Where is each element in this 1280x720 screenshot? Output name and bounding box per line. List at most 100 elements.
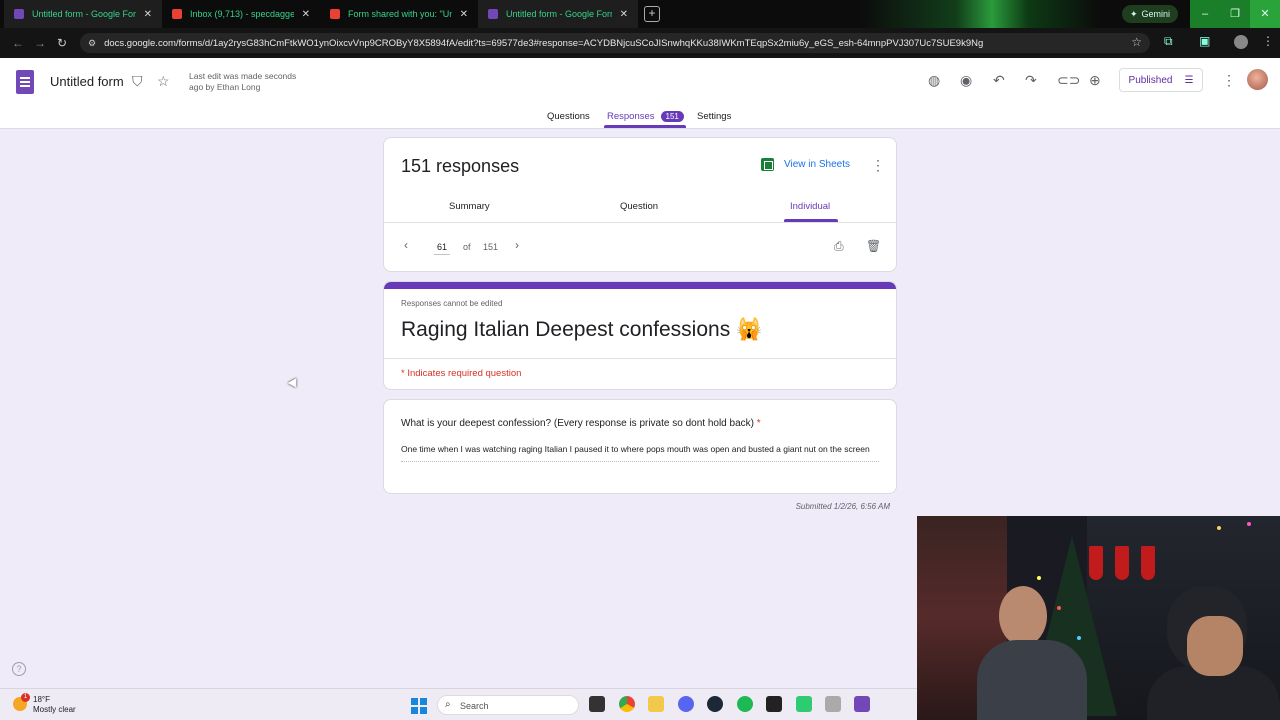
browser-tab-gmail-shared[interactable]: Form shared with you: "Untitle ✕ — [320, 0, 478, 28]
browser-toolbar: ← → ↻ ⚙ docs.google.com/forms/d/1ay2rysG… — [0, 28, 1280, 58]
tabbar-glow-decoration — [860, 0, 1100, 28]
undo-icon[interactable]: ↶ — [993, 72, 1005, 89]
link-icon[interactable]: ⊂⊃ — [1057, 72, 1080, 89]
pager-of-label: of — [463, 242, 471, 252]
browser-tab-forms-2[interactable]: Untitled form - Google Forms ✕ — [478, 0, 638, 28]
form-editor-tabs: Questions Responses 151 Settings — [0, 108, 1280, 128]
mouse-cursor — [287, 378, 301, 390]
cast-icon[interactable]: ▣ — [1199, 34, 1210, 48]
bookmark-star-icon[interactable]: ☆ — [1131, 35, 1142, 49]
windows-start-icon[interactable] — [411, 698, 427, 714]
responses-count-title: 151 responses — [401, 156, 520, 176]
help-icon[interactable]: ? — [12, 662, 26, 676]
file-explorer-icon[interactable] — [648, 696, 664, 712]
string-light — [1217, 526, 1221, 530]
avatar[interactable] — [1247, 69, 1268, 90]
extensions-icon[interactable]: ⧉ — [1164, 34, 1173, 49]
stocking — [1089, 546, 1103, 580]
delete-response-icon[interactable]: 🗑 — [866, 239, 881, 253]
profile-icon[interactable] — [1234, 35, 1248, 49]
chevron-right-icon[interactable]: › — [515, 238, 519, 252]
redo-icon[interactable]: ↷ — [1025, 72, 1037, 89]
app-icon[interactable] — [825, 696, 841, 712]
gemini-sparkle-icon: ✦ — [1130, 8, 1138, 19]
forward-icon[interactable]: → — [34, 36, 46, 50]
task-view-icon[interactable] — [589, 696, 605, 712]
window-controls: – ❐ ✕ — [1190, 0, 1280, 28]
last-edit-text[interactable]: Last edit was made seconds ago by Ethan … — [189, 71, 309, 93]
restore-icon[interactable]: ❐ — [1220, 0, 1250, 28]
question-label: What is your deepest confession? (Every … — [401, 418, 754, 429]
back-icon[interactable]: ← — [12, 36, 24, 50]
streamer-right — [1147, 586, 1280, 720]
new-tab-button[interactable]: + — [644, 6, 660, 22]
browser-menu-icon[interactable]: ⋮ — [1262, 34, 1274, 48]
subtab-summary[interactable]: Summary — [449, 201, 490, 212]
gemini-button[interactable]: ✦ Gemini — [1122, 5, 1179, 23]
browser-tab-forms-1[interactable]: Untitled form - Google Forms ✕ — [4, 0, 162, 28]
spotify-icon[interactable] — [737, 696, 753, 712]
forms-logo-icon[interactable] — [16, 70, 34, 94]
add-collaborator-icon[interactable]: ⊕ — [1089, 72, 1101, 89]
epic-games-icon[interactable] — [766, 696, 782, 712]
required-note: * Indicates required question — [401, 368, 522, 379]
subtab-individual[interactable]: Individual — [790, 201, 830, 212]
weather-description[interactable]: Mostly clear — [33, 705, 76, 714]
weather-temperature[interactable]: 18°F — [33, 695, 50, 704]
taskbar-search[interactable]: ⌕ Search — [437, 695, 579, 715]
gemini-label: Gemini — [1141, 9, 1171, 19]
palette-icon[interactable]: ◍ — [928, 72, 940, 89]
form-title[interactable]: Untitled form — [50, 74, 124, 89]
stocking — [1141, 546, 1155, 580]
url-text: docs.google.com/forms/d/1ay2rysG83hCmFtk… — [104, 37, 984, 49]
reload-icon[interactable]: ↻ — [57, 36, 67, 50]
subtab-question[interactable]: Question — [620, 201, 658, 212]
site-info-icon[interactable]: ⚙ — [88, 38, 96, 49]
close-icon[interactable]: ✕ — [302, 9, 310, 20]
response-pager: ‹ of 151 › ⎙ 🗑 — [384, 236, 896, 258]
responses-count-badge: 151 — [660, 111, 684, 122]
address-bar[interactable]: ⚙ docs.google.com/forms/d/1ay2rysG83hCmF… — [80, 33, 1150, 53]
view-in-sheets-link[interactable]: View in Sheets — [784, 159, 850, 170]
tab-settings[interactable]: Settings — [697, 111, 731, 122]
submitted-timestamp: Submitted 1/2/26, 6:56 AM — [795, 502, 890, 511]
sheets-icon[interactable] — [761, 158, 774, 171]
more-options-icon[interactable]: ⋮ — [1222, 72, 1236, 89]
response-number-input[interactable] — [434, 239, 450, 255]
webcam-overlay — [917, 516, 1280, 720]
close-icon[interactable]: ✕ — [144, 9, 152, 20]
publish-settings-icon: ☰ — [1184, 74, 1194, 86]
discord-icon[interactable] — [678, 696, 694, 712]
forms-header: Untitled form ⛉ ☆ Last edit was made sec… — [0, 58, 1280, 129]
forms-app-icon[interactable] — [854, 696, 870, 712]
window-close-icon[interactable]: ✕ — [1250, 0, 1280, 28]
form-heading: Raging Italian Deepest confessions 🙀 — [401, 318, 763, 341]
chrome-icon[interactable] — [619, 696, 635, 712]
responses-more-icon[interactable]: ⋮ — [871, 157, 885, 174]
preview-eye-icon[interactable]: ◉ — [960, 72, 972, 89]
responses-card: 151 responses View in Sheets ⋮ Summary Q… — [383, 137, 897, 272]
app-icon[interactable] — [796, 696, 812, 712]
cannot-edit-notice: Responses cannot be edited — [401, 299, 503, 308]
windows-taskbar: 1 18°F Mostly clear ⌕ Search — [0, 688, 917, 720]
move-to-folder-icon[interactable]: ⛉ — [132, 73, 143, 90]
tab-label: Inbox (9,713) - specdagger32@ — [190, 9, 294, 19]
star-icon[interactable]: ☆ — [157, 73, 170, 90]
tab-responses-label: Responses — [607, 111, 655, 122]
tab-responses[interactable]: Responses 151 — [607, 111, 684, 122]
chevron-left-icon[interactable]: ‹ — [404, 238, 408, 252]
tab-questions[interactable]: Questions — [547, 111, 590, 122]
published-button[interactable]: Published ☰ — [1119, 68, 1203, 92]
form-header-card: Responses cannot be edited Raging Italia… — [383, 281, 897, 390]
print-icon[interactable]: ⎙ — [834, 239, 844, 254]
tab-label: Untitled form - Google Forms — [32, 9, 136, 19]
accent-bar — [384, 282, 896, 289]
browser-tab-gmail-inbox[interactable]: Inbox (9,713) - specdagger32@ ✕ — [162, 0, 320, 28]
minimize-icon[interactable]: – — [1190, 0, 1220, 28]
streamer-left-body — [977, 640, 1087, 720]
question-text: What is your deepest confession? (Every … — [401, 418, 761, 429]
close-icon[interactable]: ✕ — [460, 9, 468, 20]
steam-icon[interactable] — [707, 696, 723, 712]
question-card: What is your deepest confession? (Every … — [383, 399, 897, 494]
close-icon[interactable]: ✕ — [620, 9, 628, 20]
